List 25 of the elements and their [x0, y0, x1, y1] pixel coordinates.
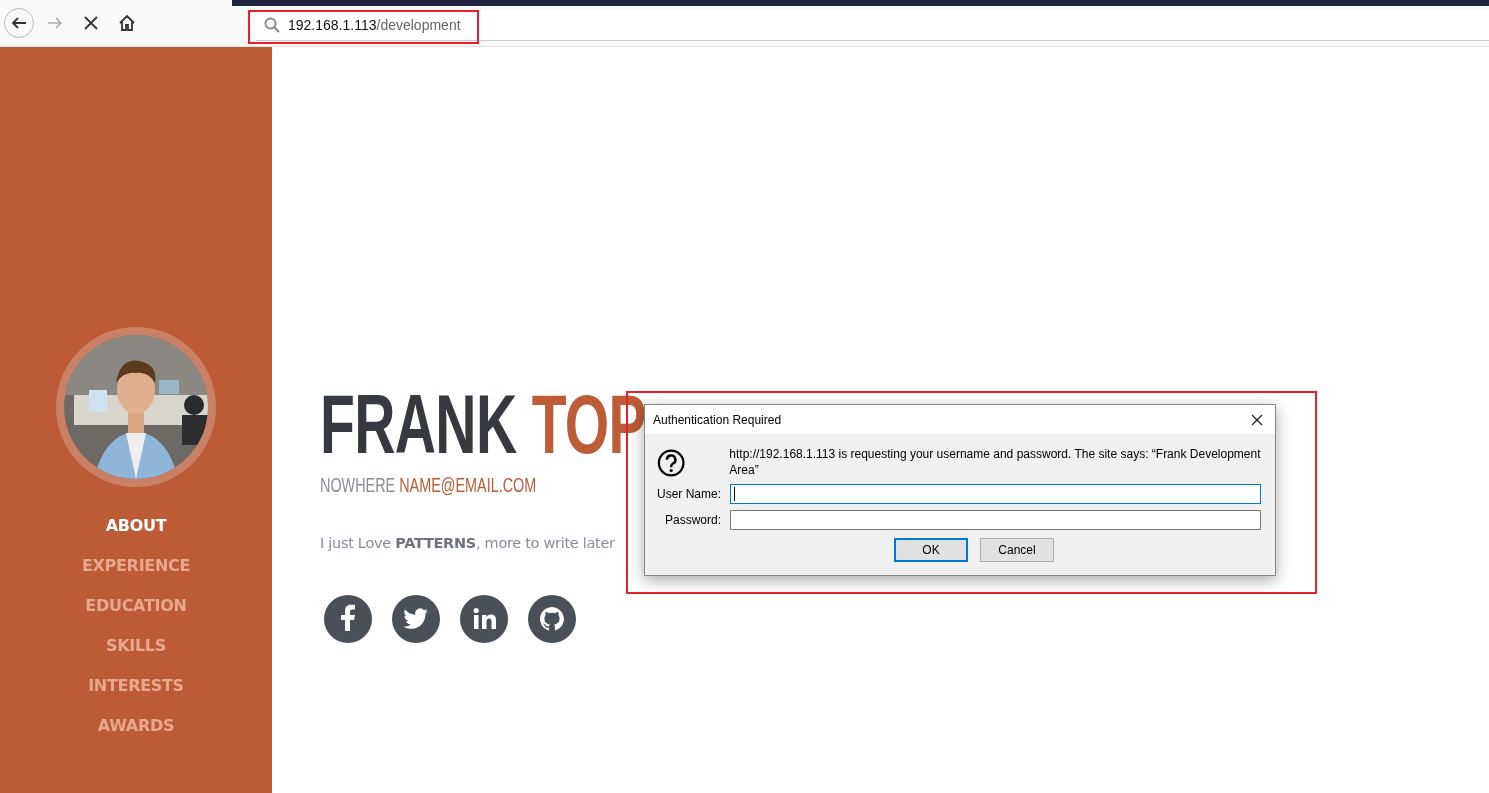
facebook-icon[interactable] [324, 595, 372, 643]
url-text: 192.168.1.113/development [288, 17, 461, 33]
nav-link[interactable]: INTERESTS [88, 674, 184, 697]
location-text: NOWHERE [320, 474, 396, 496]
nav-link[interactable]: ABOUT [105, 514, 167, 537]
address-bar[interactable]: 192.168.1.113/development [256, 10, 1489, 41]
linkedin-icon[interactable] [460, 595, 508, 643]
search-icon [264, 17, 280, 33]
nav-link[interactable]: EXPERIENCE [81, 554, 191, 577]
cancel-button[interactable]: Cancel [980, 538, 1054, 562]
nav-link[interactable]: SKILLS [106, 634, 166, 657]
nav-link[interactable]: EDUCATION [85, 594, 187, 617]
input-field[interactable] [730, 510, 1261, 530]
input-field[interactable] [730, 484, 1261, 504]
field-label: Password: [663, 513, 721, 527]
email-link[interactable]: NAME@EMAIL.COM [399, 474, 537, 496]
nav-link[interactable]: AWARDS [97, 714, 175, 737]
github-icon[interactable] [528, 595, 576, 643]
ok-button[interactable]: OK [894, 538, 968, 562]
bio-text: I just Love PATTERNS, more to write later [320, 535, 615, 551]
bird-icon[interactable] [392, 595, 440, 643]
question-icon [657, 448, 686, 478]
field-label: User Name: [657, 487, 721, 501]
dialog-message: http://192.168.1.113 is requesting your username and password. The site says: “Frank Development Area” [729, 446, 1261, 478]
dialog-title: Authentication Required [653, 412, 782, 427]
